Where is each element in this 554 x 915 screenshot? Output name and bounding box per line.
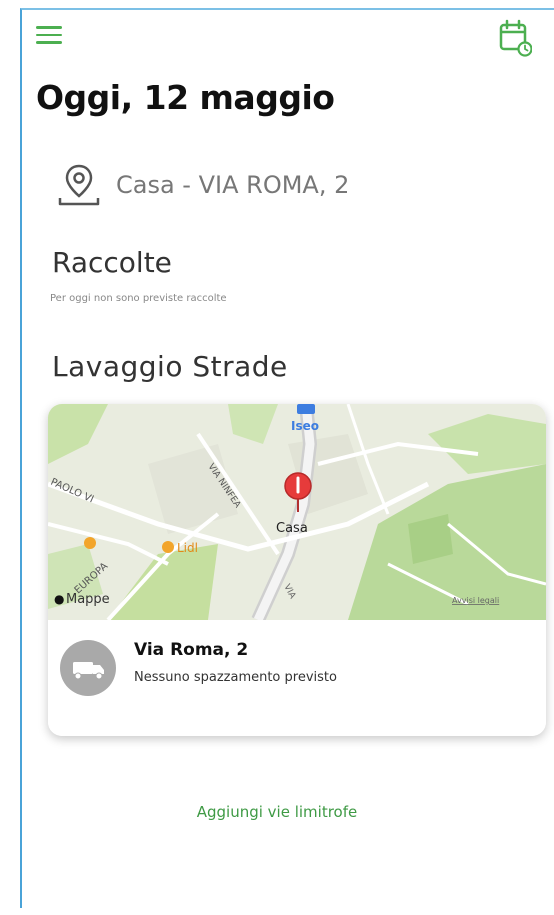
map-place-label: Casa [276, 521, 308, 536]
hamburger-menu-icon[interactable] [36, 26, 62, 46]
street-name: Via Roma, 2 [134, 640, 249, 660]
map-attribution: Mappe [66, 592, 110, 607]
location-pin-icon [58, 164, 100, 206]
calendar-clock-icon[interactable] [498, 18, 533, 58]
address-label: Casa - VIA ROMA, 2 [116, 171, 350, 199]
street-sweeper-truck-icon [60, 640, 116, 696]
apple-logo-icon: ● [54, 592, 64, 606]
add-nearby-streets-link[interactable]: Aggiungi vie limitrofe [0, 803, 554, 821]
map-poi-label: Lidl [177, 541, 198, 555]
map-town-label: Iseo [291, 419, 319, 433]
top-bar [30, 14, 540, 64]
street-cleaning-status: Nessuno spazzamento previsto [134, 670, 337, 685]
raccolte-heading: Raccolte [52, 246, 172, 279]
page-title: Oggi, 12 maggio [36, 78, 335, 117]
map-legal-link[interactable]: Avvisi legali [452, 596, 499, 605]
address-selector[interactable]: Casa - VIA ROMA, 2 [56, 160, 349, 210]
raccolte-empty-message: Per oggi non sono previste raccolte [50, 293, 227, 304]
lavaggio-heading: Lavaggio Strade [52, 350, 288, 383]
street-info[interactable]: Via Roma, 2 Nessuno spazzamento previsto [48, 620, 546, 736]
street-map[interactable]: Iseo PAOLO VI VIA NINFEA EUROPA VIA Lidl… [48, 404, 546, 623]
street-cleaning-card: Iseo PAOLO VI VIA NINFEA EUROPA VIA Lidl… [48, 404, 546, 736]
